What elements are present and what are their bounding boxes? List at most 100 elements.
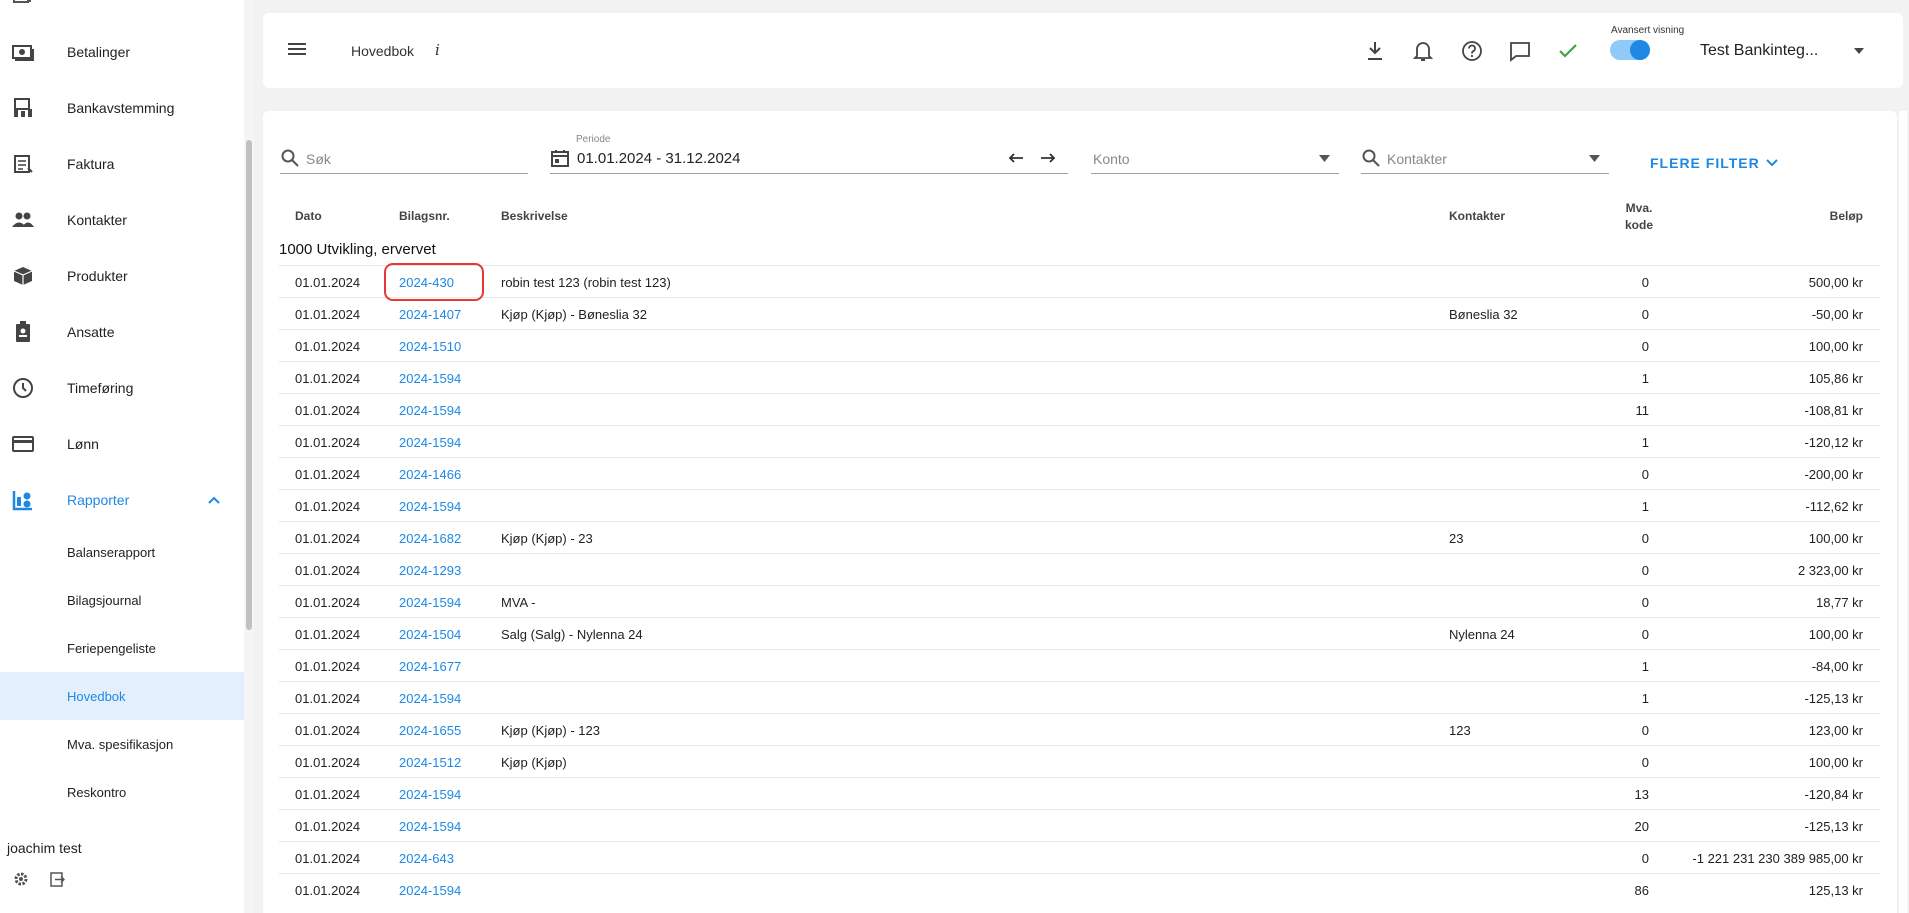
cell-kontakter: Nylenna 24 [1449, 627, 1515, 642]
col-header-mva[interactable]: Mva. kode [1619, 201, 1659, 232]
download-icon[interactable] [1364, 40, 1386, 62]
col-header-beskrivelse[interactable]: Beskrivelse [501, 209, 568, 223]
cell-bilagsnr-link[interactable]: 2024-1594 [399, 371, 461, 386]
cell-bilagsnr-link[interactable]: 2024-1594 [399, 403, 461, 418]
bell-icon[interactable] [1412, 40, 1434, 62]
table-row[interactable]: 01.01.2024 2024-1512 Kjøp (Kjøp) 0 100,00 kr [279, 745, 1880, 777]
info-icon[interactable]: i [435, 41, 440, 59]
advanced-view-toggle[interactable] [1610, 40, 1650, 60]
cell-belop: 2 323,00 kr [1797, 563, 1863, 578]
table-row[interactable]: 01.01.2024 2024-1677 1 -84,00 kr [279, 649, 1880, 681]
cell-bilagsnr-link[interactable]: 2024-1407 [399, 307, 461, 322]
table-row[interactable]: 01.01.2024 2024-1594 1 105,86 kr [279, 361, 1880, 393]
cell-belop: 100,00 kr [1808, 339, 1863, 354]
sidebar-scrollbar-thumb[interactable] [246, 140, 252, 630]
cell-bilagsnr-link[interactable]: 2024-1504 [399, 627, 461, 642]
sidebar-subitem-hovedbok[interactable]: Hovedbok [0, 672, 244, 720]
cell-dato: 01.01.2024 [295, 819, 361, 834]
table-row[interactable]: 01.01.2024 2024-1466 0 -200,00 kr [279, 457, 1880, 489]
cell-bilagsnr-link[interactable]: 2024-1682 [399, 531, 461, 546]
table-row[interactable]: 01.01.2024 2024-1594 1 -125,13 kr [279, 681, 1880, 713]
cell-bilagsnr-link[interactable]: 2024-1512 [399, 755, 461, 770]
col-header-bilagsnr[interactable]: Bilagsnr. [399, 209, 450, 223]
table-row[interactable]: 01.01.2024 2024-1407 Kjøp (Kjøp) - Bønesli… [279, 297, 1880, 329]
sidebar-item-bankavstemming[interactable]: Bankavstemming [0, 84, 244, 132]
sidebar-item-rapporter[interactable]: Rapporter [0, 476, 244, 524]
sidebar-subitem-feriepengeliste[interactable]: Feriepengeliste [0, 624, 244, 672]
table-row[interactable]: 01.01.2024 2024-430 robin test 123 (robin … [279, 265, 1880, 297]
chat-icon[interactable] [1509, 40, 1531, 62]
cell-bilagsnr-link[interactable]: 2024-1594 [399, 435, 461, 450]
col-header-mva-line2: kode [1624, 218, 1653, 232]
sidebar-item-timeforing[interactable]: Timeføring [0, 364, 244, 412]
cell-bilagsnr-link[interactable]: 2024-1594 [399, 499, 461, 514]
chevron-up-icon[interactable] [206, 492, 222, 508]
sidebar-subitem-mva-spesifikasjon[interactable]: Mva. spesifikasjon [0, 720, 244, 768]
konto-placeholder: Konto [1093, 151, 1130, 167]
col-header-dato[interactable]: Dato [295, 209, 322, 223]
period-field[interactable]: Periode 01.01.2024 - 31.12.2024 [550, 134, 1068, 174]
table-row[interactable]: 01.01.2024 2024-1594 13 -120,84 kr [279, 777, 1880, 809]
cell-bilagsnr-link[interactable]: 2024-1594 [399, 691, 461, 706]
arrow-right-icon[interactable] [1040, 149, 1056, 167]
cell-bilagsnr-link[interactable]: 2024-1594 [399, 819, 461, 834]
col-header-belop[interactable]: Beløp [1763, 209, 1863, 223]
table-row[interactable]: 01.01.2024 2024-1655 Kjøp (Kjøp) - 123 123 0… [279, 713, 1880, 745]
cell-bilagsnr-link[interactable]: 2024-1594 [399, 595, 461, 610]
more-filters-button[interactable]: FLERE FILTER [1650, 155, 1778, 171]
table-row[interactable]: 01.01.2024 2024-1594 86 125,13 kr [279, 873, 1880, 905]
table-row[interactable]: 01.01.2024 2024-1682 Kjøp (Kjøp) - 23 23 0 10… [279, 521, 1880, 553]
cell-bilagsnr-link[interactable]: 2024-1594 [399, 883, 461, 898]
table-row[interactable]: 01.01.2024 2024-1293 0 2 323,00 kr [279, 553, 1880, 585]
sidebar-subitem-reskontro[interactable]: Reskontro [0, 768, 244, 816]
cell-bilagsnr-link[interactable]: 2024-1677 [399, 659, 461, 674]
cell-bilagsnr-link[interactable]: 2024-1466 [399, 467, 461, 482]
sidebar-scrollbar[interactable] [244, 0, 254, 913]
table-row[interactable]: 01.01.2024 2024-643 0 -1 221 231 230 389 98… [279, 841, 1880, 873]
table-row[interactable]: 01.01.2024 2024-1594 1 -120,12 kr [279, 425, 1880, 457]
company-selector[interactable]: Test Bankinteg... [1700, 42, 1818, 60]
sidebar-item-betalinger[interactable]: Betalinger [0, 28, 244, 76]
sidebar-item-produkter[interactable]: Produkter [0, 252, 244, 300]
konto-select[interactable]: Konto [1091, 142, 1339, 174]
cell-beskrivelse: robin test 123 (robin test 123) [501, 275, 671, 290]
sidebar-item-kontakter[interactable]: Kontakter [0, 196, 244, 244]
search-icon [1362, 149, 1380, 167]
sidebar-item-label: Ansatte [67, 324, 115, 340]
sidebar-item-label: Lønn [67, 436, 99, 452]
help-icon[interactable] [1461, 40, 1483, 62]
cell-bilagsnr-link[interactable]: 2024-1594 [399, 787, 461, 802]
sidebar-item-lonn[interactable]: Lønn [0, 420, 244, 468]
cell-bilagsnr-link[interactable]: 2024-643 [399, 851, 454, 866]
cell-bilagsnr-link[interactable]: 2024-1293 [399, 563, 461, 578]
gear-icon[interactable] [12, 870, 30, 888]
table-row[interactable]: 01.01.2024 2024-1594 20 -125,13 kr [279, 809, 1880, 841]
table-row[interactable]: 01.01.2024 2024-1594 1 -112,62 kr [279, 489, 1880, 521]
cell-dato: 01.01.2024 [295, 851, 361, 866]
sidebar-item-ansatte[interactable]: Ansatte [0, 308, 244, 356]
cell-bilagsnr-link[interactable]: 2024-1510 [399, 339, 461, 354]
table-row[interactable]: 01.01.2024 2024-1594 MVA -0 18,77 kr [279, 585, 1880, 617]
cell-dato: 01.01.2024 [295, 467, 361, 482]
sidebar-subitem-bilagsjournal[interactable]: Bilagsjournal [0, 576, 244, 624]
sidebar-item-faktura[interactable]: Faktura [0, 140, 244, 188]
caret-down-icon[interactable] [1853, 46, 1865, 56]
table-row[interactable]: 01.01.2024 2024-1504 Salg (Salg) - Nylenna… [279, 617, 1880, 649]
advanced-view-label: Avansert visning [1611, 25, 1685, 36]
table-row[interactable]: 01.01.2024 2024-1510 0 100,00 kr [279, 329, 1880, 361]
cell-beskrivelse: MVA - [501, 595, 536, 610]
main-scrollbar-thumb[interactable] [1899, 111, 1907, 913]
col-header-kontakter[interactable]: Kontakter [1449, 209, 1505, 223]
cell-bilagsnr-link[interactable]: 2024-1655 [399, 723, 461, 738]
search-field[interactable]: Søk [280, 142, 528, 174]
card-icon [12, 433, 34, 455]
hamburger-menu-icon[interactable] [287, 39, 307, 59]
badge-icon [12, 321, 34, 343]
main-scrollbar[interactable] [1897, 111, 1909, 913]
kontakter-select[interactable]: Kontakter [1361, 142, 1609, 174]
sidebar-subitem-balanserapport[interactable]: Balanserapport [0, 528, 244, 576]
logout-icon[interactable] [48, 870, 66, 888]
arrow-left-icon[interactable] [1008, 149, 1024, 167]
cell-beskrivelse: Salg (Salg) - Nylenna 24 [501, 627, 643, 642]
table-row[interactable]: 01.01.2024 2024-1594 11 -108,81 kr [279, 393, 1880, 425]
